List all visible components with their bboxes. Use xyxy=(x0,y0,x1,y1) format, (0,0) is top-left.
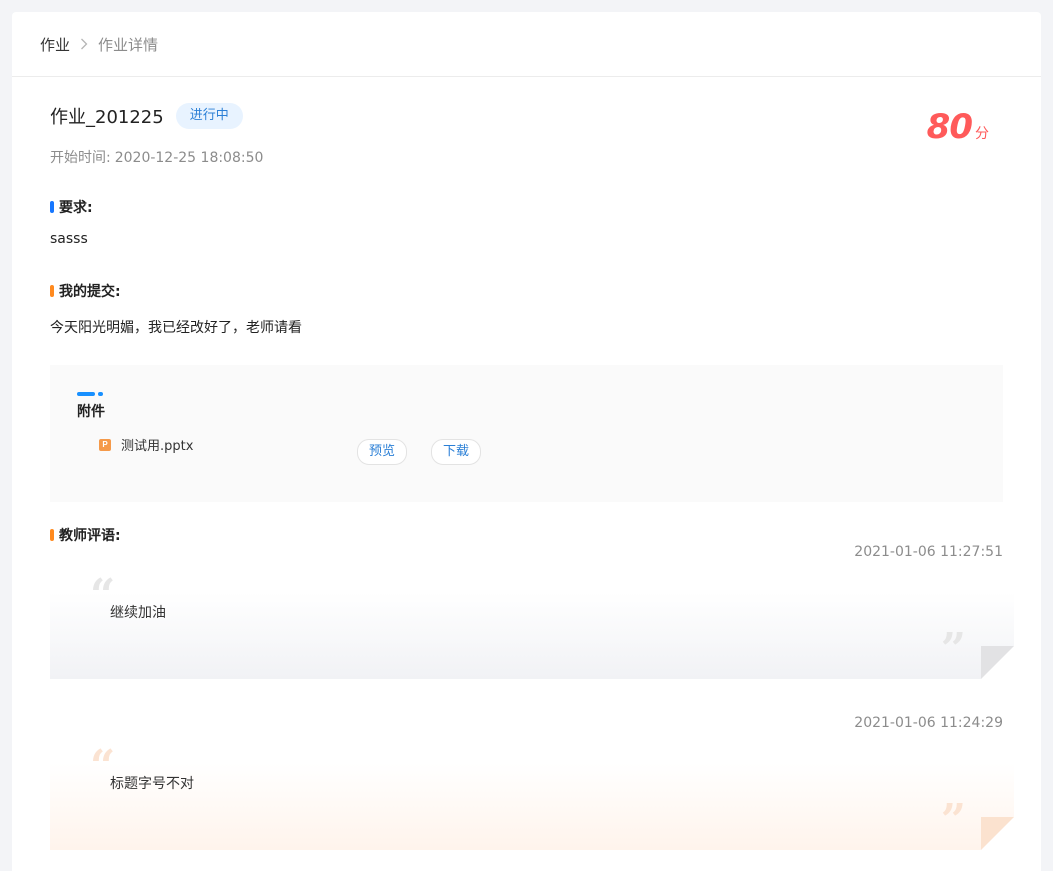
attachment-file: P 测试用.pptx xyxy=(99,435,193,454)
comment-text: 标题字号不对 xyxy=(110,776,194,792)
score-display: 80 分 xyxy=(927,107,989,147)
attachments-title: 附件 xyxy=(77,404,105,420)
attachments-decoration xyxy=(77,392,103,396)
breadcrumb-current: 作业详情 xyxy=(98,35,159,54)
chevron-right-icon xyxy=(80,38,88,50)
assignment-title-row: 作业_201225 进行中 xyxy=(50,103,243,129)
detail-card: 作业 作业详情 作业_201225 进行中 开始时间: 2020-12-25 18… xyxy=(12,12,1041,871)
page-fold-corner xyxy=(981,646,1014,679)
submission-label: 我的提交: xyxy=(59,284,121,300)
page-fold-corner xyxy=(981,817,1014,850)
comment-text: 继续加油 xyxy=(110,605,166,621)
preview-button[interactable]: 预览 xyxy=(357,439,408,465)
teacher-comments-heading: 教师评语: xyxy=(50,525,121,545)
close-quote-icon: ” xyxy=(940,795,966,846)
comment-card: “ 标题字号不对 ” xyxy=(50,745,1014,850)
comment-time: 2021-01-06 11:24:29 xyxy=(854,715,1003,731)
section-marker xyxy=(50,285,54,297)
requirements-label: 要求: xyxy=(59,200,93,216)
section-marker xyxy=(50,201,54,213)
start-time: 开始时间: 2020-12-25 18:08:50 xyxy=(50,147,263,167)
breadcrumb-home-link[interactable]: 作业 xyxy=(40,34,70,55)
start-time-label: 开始时间: xyxy=(50,150,111,166)
assignment-title: 作业_201225 xyxy=(50,107,164,128)
comment-card: “ 继续加油 ” xyxy=(50,574,1014,679)
attachment-file-name: 测试用.pptx xyxy=(121,439,194,454)
download-button[interactable]: 下载 xyxy=(431,439,482,465)
submission-text: 今天阳光明媚，我已经改好了，老师请看 xyxy=(50,320,302,336)
breadcrumb: 作业 作业详情 xyxy=(12,12,1041,77)
score-unit: 分 xyxy=(975,126,989,142)
requirements-heading: 要求: xyxy=(50,197,93,217)
close-quote-icon: ” xyxy=(940,624,966,675)
submission-heading: 我的提交: xyxy=(50,281,121,301)
attachments-panel: 附件 P 测试用.pptx 预览 下载 xyxy=(50,365,1003,502)
section-marker xyxy=(50,529,54,541)
pptx-file-icon: P xyxy=(99,438,111,451)
comment-time: 2021-01-06 11:27:51 xyxy=(854,544,1003,560)
requirements-text: sasss xyxy=(50,231,88,247)
status-badge: 进行中 xyxy=(175,103,243,129)
score-value: 80 xyxy=(926,107,973,147)
start-time-value: 2020-12-25 18:08:50 xyxy=(114,150,264,166)
teacher-comments-label: 教师评语: xyxy=(59,528,121,544)
